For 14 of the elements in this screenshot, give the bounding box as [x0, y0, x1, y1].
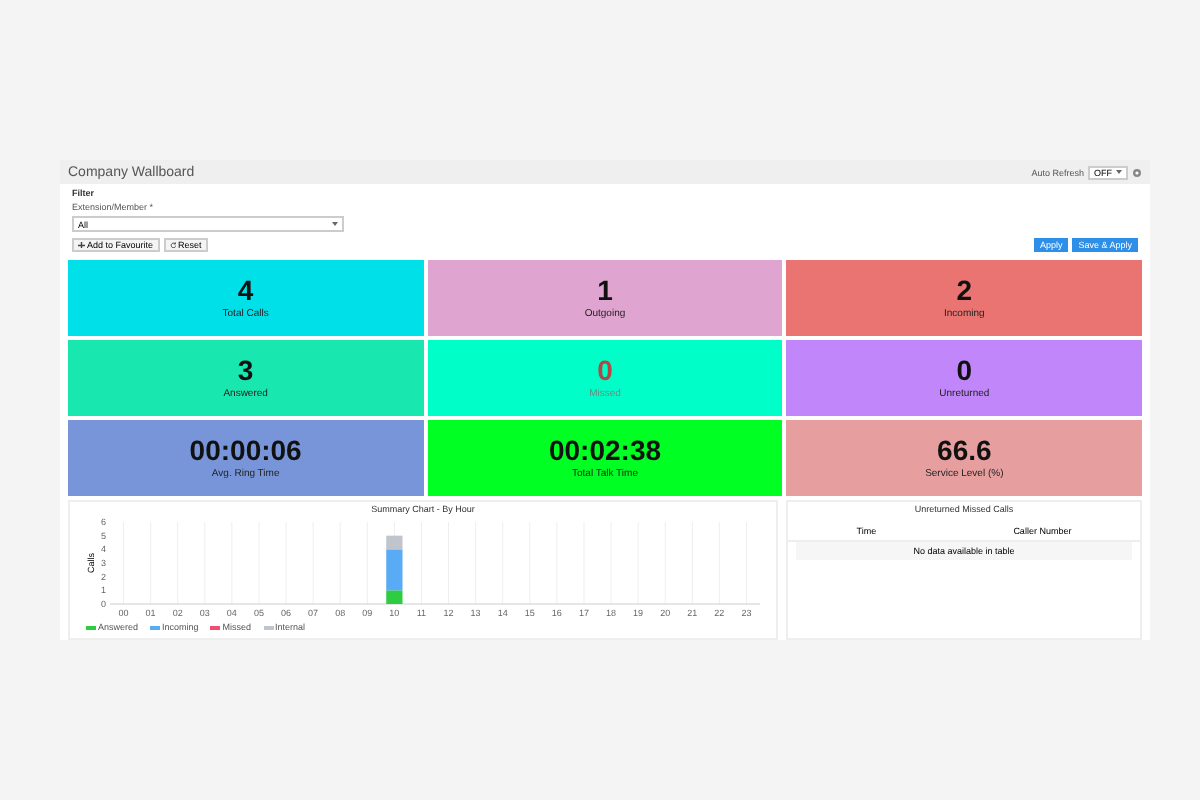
stat-value: 3 [237, 356, 254, 384]
stat-value: 1 [597, 276, 613, 304]
settings-icon[interactable] [1132, 167, 1142, 177]
stat-value: 0 [597, 356, 613, 384]
stat-value: 00:00:06 [189, 436, 302, 464]
stat-value: 00:02:38 [548, 436, 662, 464]
stat-value: 0 [956, 356, 973, 384]
caret-icon [332, 222, 338, 226]
caret-icon [1116, 170, 1122, 174]
refresh-icon [169, 241, 177, 249]
stat-value: 4 [237, 276, 254, 304]
stat-value: 2 [956, 276, 973, 304]
plus-icon [78, 241, 85, 249]
stat-value: 66.6 [937, 436, 992, 464]
